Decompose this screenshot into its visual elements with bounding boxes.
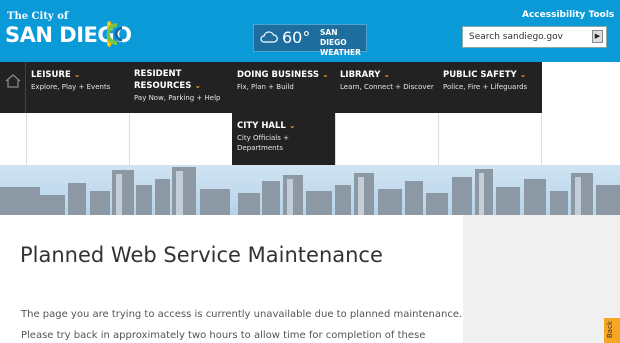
chevron-down-icon: ⌄: [288, 121, 296, 130]
maintenance-message: The page you are trying to access is cur…: [21, 309, 463, 320]
cloud-icon: [260, 31, 278, 43]
nav-item-subtitle: Explore, Play + Events: [31, 83, 111, 91]
nav-divider: [129, 113, 130, 165]
nav-item-city-hall[interactable]: CITY HALL ⌄ City Officials + Departments: [232, 113, 335, 165]
weather-widget[interactable]: 60° SAN DIEGO WEATHER: [253, 24, 367, 57]
nav-item-leisure[interactable]: LEISURE ⌄ Explore, Play + Events: [26, 62, 129, 113]
home-icon: [5, 74, 21, 88]
nav-item-title-text: RESIDENT RESOURCES: [134, 69, 192, 91]
skyline-banner: [0, 165, 620, 215]
nav-item-title: RESIDENT RESOURCES ⌄: [134, 69, 232, 92]
search-button[interactable]: ▶: [592, 30, 603, 43]
right-sidebar: [463, 215, 620, 343]
nav-item-title-text: LIBRARY: [340, 70, 381, 80]
skyline-image: [0, 167, 620, 215]
chevron-down-icon: ⌄: [194, 81, 202, 90]
nav-item-title: LEISURE ⌄: [31, 69, 129, 81]
maintenance-message-continued: Please try back in approximately two hou…: [21, 330, 426, 341]
nav-item-title: LIBRARY ⌄: [340, 69, 438, 81]
nav-item-title: PUBLIC SAFETY ⌄: [443, 69, 542, 81]
chevron-down-icon: ⌄: [321, 70, 329, 79]
weather-label-line2: WEATHER: [320, 48, 361, 57]
back-tab-label: Back: [606, 321, 614, 338]
nav-item-doing-business[interactable]: DOING BUSINESS ⌄ Fix, Plan + Build: [232, 62, 335, 113]
nav-item-title-text: PUBLIC SAFETY: [443, 70, 517, 80]
nav-divider: [26, 113, 27, 165]
nav-item-library[interactable]: LIBRARY ⌄ Learn, Connect + Discover: [335, 62, 438, 113]
nav-item-subtitle: Pay Now, Parking + Help: [134, 94, 221, 102]
accessibility-tools-link[interactable]: Accessibility Tools: [522, 10, 614, 20]
nav-item-title-text: CITY HALL: [237, 121, 286, 131]
chevron-down-icon: ⌄: [519, 70, 527, 79]
nav-item-subtitle: City Officials + Departments: [237, 134, 289, 152]
home-button[interactable]: [0, 62, 26, 113]
sun-logo-icon: [107, 20, 123, 47]
nav-item-subtitle: Police, Fire + Lifeguards: [443, 83, 528, 91]
search-box[interactable]: Search sandiego.gov ▶: [462, 26, 607, 48]
logo-small-text: The City of: [7, 11, 69, 22]
chevron-down-icon: ⌄: [383, 70, 391, 79]
site-header: The City of SAN DIEGO 60° SAN DIEGO WEAT…: [0, 0, 620, 62]
weather-temp: 60°: [282, 28, 311, 47]
weather-label: SAN DIEGO WEATHER: [320, 28, 366, 58]
nav-item-title: CITY HALL ⌄: [237, 120, 335, 132]
nav-divider: [541, 113, 542, 165]
main-content: [0, 215, 463, 343]
chevron-down-icon: ⌄: [73, 70, 81, 79]
city-logo[interactable]: The City of SAN DIEGO: [5, 11, 132, 53]
nav-item-subtitle: Fix, Plan + Build: [237, 83, 294, 91]
weather-label-line1: SAN DIEGO: [320, 28, 347, 47]
nav-item-title: DOING BUSINESS ⌄: [237, 69, 335, 81]
nav-item-public-safety[interactable]: PUBLIC SAFETY ⌄ Police, Fire + Lifeguards: [438, 62, 542, 113]
back-to-top-tab[interactable]: Back: [604, 318, 620, 343]
nav-item-resident-resources[interactable]: RESIDENT RESOURCES ⌄ Pay Now, Parking + H…: [129, 62, 232, 113]
nav-item-subtitle: Learn, Connect + Discover: [340, 83, 434, 91]
nav-divider: [335, 113, 336, 165]
nav-item-title-text: LEISURE: [31, 70, 71, 80]
nav-divider: [438, 113, 439, 165]
search-input[interactable]: Search sandiego.gov: [469, 32, 563, 42]
nav-item-title-text: DOING BUSINESS: [237, 70, 319, 80]
page-title: Planned Web Service Maintenance: [20, 243, 383, 267]
